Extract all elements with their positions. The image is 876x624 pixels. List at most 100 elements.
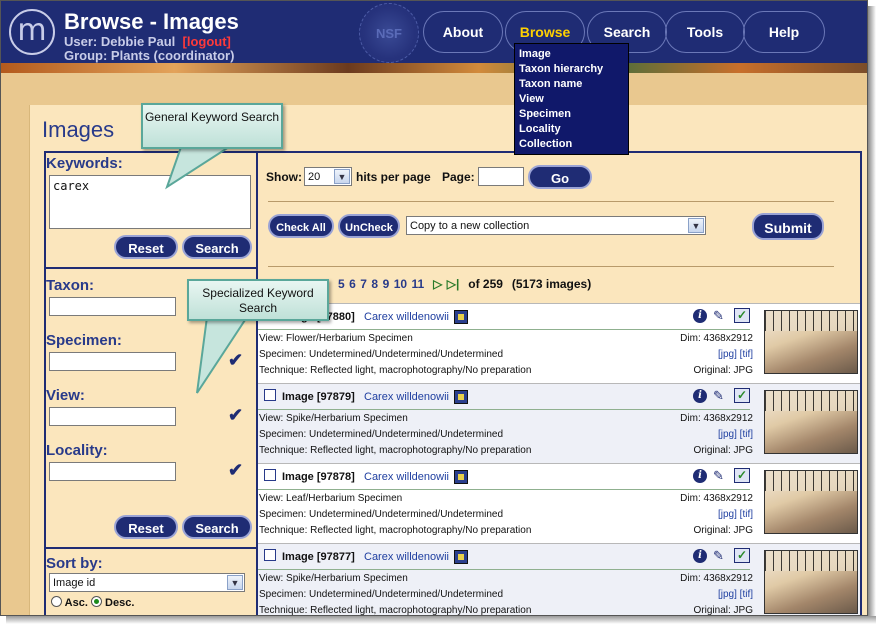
- reset-button[interactable]: Reset: [114, 235, 178, 259]
- page-number-input[interactable]: [478, 167, 524, 186]
- menu-item-locality[interactable]: Locality: [519, 122, 624, 137]
- image-id[interactable]: Image [97877]: [282, 551, 355, 563]
- annotate-icon[interactable]: ✓: [734, 548, 750, 563]
- dimensions: Dim: 4368x2912: [680, 493, 753, 504]
- annotate-icon[interactable]: ✓: [734, 308, 750, 323]
- taxon-tree-icon[interactable]: [454, 550, 468, 564]
- select-checkbox[interactable]: [264, 549, 276, 561]
- divider: [258, 329, 750, 330]
- divider: [268, 266, 834, 267]
- edit-icon[interactable]: ✎: [713, 308, 729, 323]
- page-link[interactable]: 6: [349, 277, 356, 291]
- annotate-icon[interactable]: ✓: [734, 468, 750, 483]
- search-button[interactable]: Search: [182, 235, 252, 259]
- hits-per-page-label: hits per page: [356, 170, 431, 184]
- logo-letter: m: [17, 13, 47, 48]
- dimensions: Dim: 4368x2912: [680, 333, 753, 344]
- edit-icon[interactable]: ✎: [713, 388, 729, 403]
- taxon-link[interactable]: Carex willdenowii: [364, 551, 449, 563]
- download-links[interactable]: [jpg] [tif]: [718, 349, 753, 360]
- nsf-seal-icon: NSF: [359, 3, 419, 63]
- keywords-input[interactable]: carex: [49, 175, 251, 229]
- taxon-input[interactable]: [49, 297, 176, 316]
- hits-per-page-select[interactable]: 20 ▼: [304, 167, 352, 186]
- menu-item-image[interactable]: Image: [519, 47, 624, 62]
- frame-shadow: [6, 616, 876, 624]
- taxon-tree-icon[interactable]: [454, 470, 468, 484]
- submit-button[interactable]: Submit: [752, 213, 824, 240]
- uncheck-button[interactable]: UnCheck: [338, 214, 400, 238]
- sort-select[interactable]: Image id ▼: [49, 573, 245, 592]
- page-link[interactable]: 5: [338, 277, 345, 291]
- last-page-icon[interactable]: ▷|: [447, 277, 460, 291]
- download-links[interactable]: [jpg] [tif]: [718, 589, 753, 600]
- taxon-link[interactable]: Carex willdenowii: [364, 311, 449, 323]
- collection-action-value: Copy to a new collection: [410, 220, 530, 232]
- go-button[interactable]: Go: [528, 165, 592, 189]
- view-text: View: Spike/Herbarium Specimen: [259, 413, 408, 424]
- download-links[interactable]: [jpg] [tif]: [718, 429, 753, 440]
- view-text: View: Spike/Herbarium Specimen: [259, 573, 408, 584]
- page-link[interactable]: 8: [371, 277, 378, 291]
- image-thumbnail[interactable]: [764, 470, 858, 534]
- desc-radio[interactable]: [90, 596, 102, 607]
- image-id[interactable]: Image [97879]: [282, 391, 355, 403]
- check-all-button[interactable]: Check All: [268, 214, 334, 238]
- edit-icon[interactable]: ✎: [713, 468, 729, 483]
- locality-input[interactable]: [49, 462, 176, 481]
- page-link[interactable]: 9: [383, 277, 390, 291]
- specimen-text: Specimen: Undetermined/Undetermined/Unde…: [259, 429, 504, 440]
- info-icon[interactable]: i: [693, 469, 707, 483]
- result-card: Image [97880] Carex willdenowii i ✎ ✓ Vi…: [258, 303, 860, 383]
- menu-item-specimen[interactable]: Specimen: [519, 107, 624, 122]
- info-icon[interactable]: i: [693, 309, 707, 323]
- view-text: View: Flower/Herbarium Specimen: [259, 333, 413, 344]
- technique-text: Technique: Reflected light, macrophotogr…: [259, 525, 532, 536]
- original-format: Original: JPG: [693, 445, 753, 456]
- specimen-input[interactable]: [49, 352, 176, 371]
- asc-radio[interactable]: [51, 596, 62, 607]
- morphbank-logo[interactable]: m: [9, 9, 55, 55]
- menu-item-taxon-hierarchy[interactable]: Taxon hierarchy: [519, 62, 624, 77]
- info-icon[interactable]: i: [693, 389, 707, 403]
- asc-label: Asc.: [64, 597, 88, 609]
- image-thumbnail[interactable]: [764, 310, 858, 374]
- search-button-2[interactable]: Search: [182, 515, 252, 539]
- view-input[interactable]: [49, 407, 176, 426]
- collection-action-select[interactable]: Copy to a new collection ▼: [406, 216, 706, 235]
- ruler-graphic: [765, 551, 857, 571]
- taxon-tree-icon[interactable]: [454, 390, 468, 404]
- page-link[interactable]: 7: [360, 277, 367, 291]
- select-checkbox[interactable]: [264, 469, 276, 481]
- reset-button-2[interactable]: Reset: [114, 515, 178, 539]
- menu-item-view[interactable]: View: [519, 92, 624, 107]
- image-thumbnail[interactable]: [764, 550, 858, 614]
- dimensions: Dim: 4368x2912: [680, 573, 753, 584]
- result-card: Image [97878] Carex willdenowii i ✎ ✓ Vi…: [258, 463, 860, 543]
- logout-link[interactable]: [logout]: [183, 34, 231, 49]
- nav-about[interactable]: About: [423, 11, 503, 53]
- menu-item-taxon-name[interactable]: Taxon name: [519, 77, 624, 92]
- edit-icon[interactable]: ✎: [713, 548, 729, 563]
- chevron-down-icon: ▼: [334, 169, 350, 184]
- info-icon[interactable]: i: [693, 549, 707, 563]
- image-id[interactable]: Image [97878]: [282, 471, 355, 483]
- divider: [46, 267, 256, 269]
- next-page-icon[interactable]: ▷: [433, 277, 442, 291]
- dimensions: Dim: 4368x2912: [680, 413, 753, 424]
- chevron-down-icon: ▼: [688, 218, 704, 233]
- annotate-icon[interactable]: ✓: [734, 388, 750, 403]
- download-links[interactable]: [jpg] [tif]: [718, 509, 753, 520]
- page-heading: Browse - Images: [64, 9, 239, 34]
- select-checkbox[interactable]: [264, 389, 276, 401]
- nav-tools[interactable]: Tools: [665, 11, 745, 53]
- menu-item-collection[interactable]: Collection: [519, 137, 624, 152]
- nav-help[interactable]: Help: [743, 11, 825, 53]
- page-link[interactable]: 11: [412, 277, 425, 291]
- taxon-link[interactable]: Carex willdenowii: [364, 471, 449, 483]
- taxon-tree-icon[interactable]: [454, 310, 468, 324]
- taxon-link[interactable]: Carex willdenowii: [364, 391, 449, 403]
- result-card: Image [97879] Carex willdenowii i ✎ ✓ Vi…: [258, 383, 860, 463]
- page-link[interactable]: 10: [394, 277, 407, 291]
- image-thumbnail[interactable]: [764, 390, 858, 454]
